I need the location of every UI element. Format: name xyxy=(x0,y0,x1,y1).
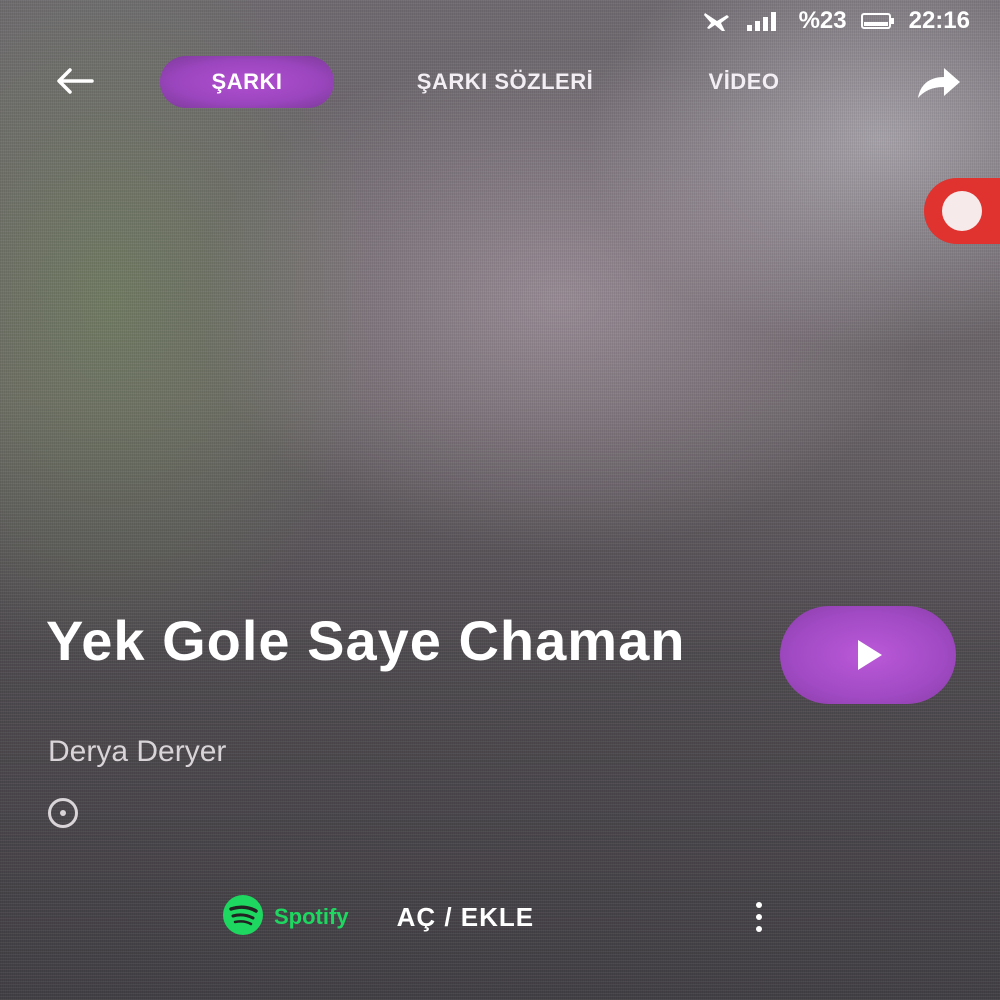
battery-text: %23 xyxy=(798,7,847,34)
tab-lyrics[interactable]: ŞARKI SÖZLERİ xyxy=(360,56,650,108)
more-options-icon[interactable] xyxy=(744,894,774,940)
top-nav: ŞARKI ŞARKI SÖZLERİ VİDEO xyxy=(0,50,1000,112)
back-arrow-icon[interactable] xyxy=(52,62,96,100)
spotify-action-label: AÇ / EKLE xyxy=(396,901,535,932)
bottom-bar: Spotify AÇ / EKLE xyxy=(0,888,1000,944)
share-icon[interactable] xyxy=(914,60,964,104)
record-dot-icon xyxy=(942,191,982,231)
song-title: Yek Gole Saye Chaman xyxy=(46,609,686,672)
play-button[interactable] xyxy=(780,606,956,704)
tab-song[interactable]: ŞARKI xyxy=(160,56,334,108)
background-image xyxy=(0,0,1000,1000)
tab-video[interactable]: VİDEO xyxy=(676,56,812,108)
clock-time: 22:16 xyxy=(908,7,970,34)
play-icon xyxy=(858,640,882,670)
signal-icon xyxy=(745,9,785,33)
spotify-open-button[interactable]: Spotify AÇ / EKLE xyxy=(220,894,535,938)
artist-name[interactable]: Derya Deryer xyxy=(48,735,226,769)
record-badge[interactable] xyxy=(924,178,1000,244)
airplane-icon xyxy=(703,9,731,33)
album-row[interactable] xyxy=(48,796,78,830)
album-disc-icon xyxy=(48,798,78,828)
battery-icon xyxy=(860,11,895,31)
spotify-icon xyxy=(220,892,266,943)
spotify-label: Spotify xyxy=(274,904,349,929)
status-bar: %23 22:16 xyxy=(703,4,970,38)
